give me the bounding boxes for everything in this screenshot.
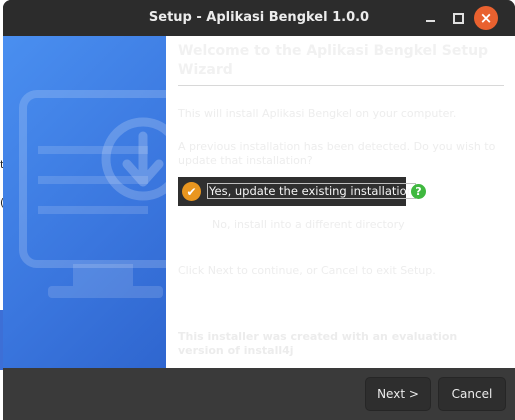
next-button[interactable]: Next >: [365, 377, 431, 411]
check-icon: ✔: [182, 182, 201, 201]
previous-install-text: A previous installation has been detecte…: [178, 140, 496, 167]
maximize-icon[interactable]: [449, 9, 467, 27]
setup-window: Setup - Aplikasi Bengkel 1.0.0 × Welcome…: [3, 0, 515, 420]
wizard-content: Welcome to the Aplikasi Bengkel Setup Wi…: [166, 36, 515, 368]
cancel-button[interactable]: Cancel: [438, 377, 506, 411]
radio-update-existing[interactable]: ✔ Yes, update the existing installation: [178, 177, 416, 206]
radio-install-new-directory[interactable]: No, install into a different directory: [212, 218, 405, 231]
close-icon[interactable]: ×: [474, 6, 498, 30]
evaluation-notice: This installer was created with an evalu…: [178, 330, 458, 357]
continue-instructions: Click Next to continue, or Cancel to exi…: [178, 264, 436, 277]
monitor-download-icon: [19, 90, 166, 298]
wizard-banner: [3, 36, 166, 368]
minimize-icon[interactable]: [421, 9, 439, 27]
title-bar[interactable]: Setup - Aplikasi Bengkel 1.0.0 ×: [3, 0, 515, 36]
intro-text: This will install Aplikasi Bengkel on yo…: [178, 107, 457, 120]
divider: [178, 85, 504, 86]
page-title: Welcome to the Aplikasi Bengkel Setup Wi…: [178, 43, 489, 78]
help-icon[interactable]: ?: [411, 184, 426, 199]
button-bar: Next > Cancel: [3, 368, 515, 420]
option-update-label[interactable]: Yes, update the existing installation: [207, 183, 416, 199]
